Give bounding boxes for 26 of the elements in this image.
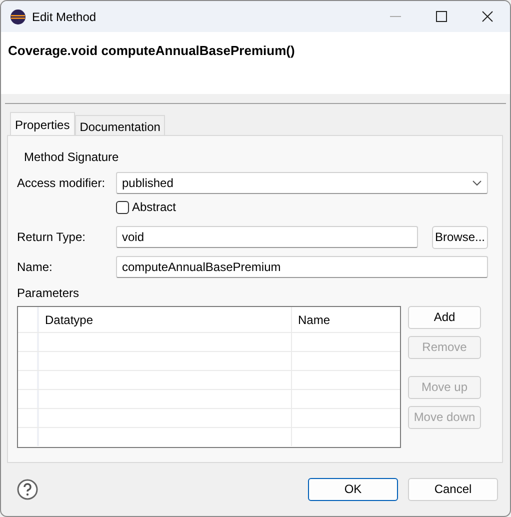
table-action-button[interactable]: Add <box>408 306 481 329</box>
column-header: Name <box>298 312 330 327</box>
checkbox-label: Abstract <box>132 199 176 216</box>
help-icon[interactable] <box>17 478 38 500</box>
chevron-down-icon <box>472 180 482 186</box>
field-label: Access modifier: <box>17 174 106 192</box>
column-header: Datatype <box>45 312 94 327</box>
return-type-field[interactable]: void <box>116 226 418 248</box>
browse-button[interactable]: Browse... <box>432 226 488 249</box>
app-icon <box>10 8 26 24</box>
close-icon[interactable] <box>482 11 492 22</box>
name-field[interactable]: computeAnnualBasePremium <box>116 256 488 278</box>
parameters-table[interactable]: Datatype Name <box>17 306 401 448</box>
field-label: Return Type: <box>17 229 86 246</box>
header-title: Coverage.void computeAnnualBasePremium() <box>8 42 296 60</box>
field-label: Name: <box>17 258 54 276</box>
tab[interactable]: Properties <box>10 112 75 135</box>
section-title: Parameters <box>17 284 80 302</box>
maximize-icon[interactable] <box>436 11 446 22</box>
ok-button[interactable]: OK <box>308 478 398 501</box>
section-title: Method Signature <box>23 148 120 166</box>
cancel-button[interactable]: Cancel <box>408 478 498 501</box>
access-modifier-dropdown[interactable]: published <box>116 172 488 194</box>
tab[interactable]: Documentation <box>74 114 166 135</box>
window-title: Edit Method <box>32 8 96 26</box>
abstract-checkbox[interactable] <box>116 200 129 214</box>
